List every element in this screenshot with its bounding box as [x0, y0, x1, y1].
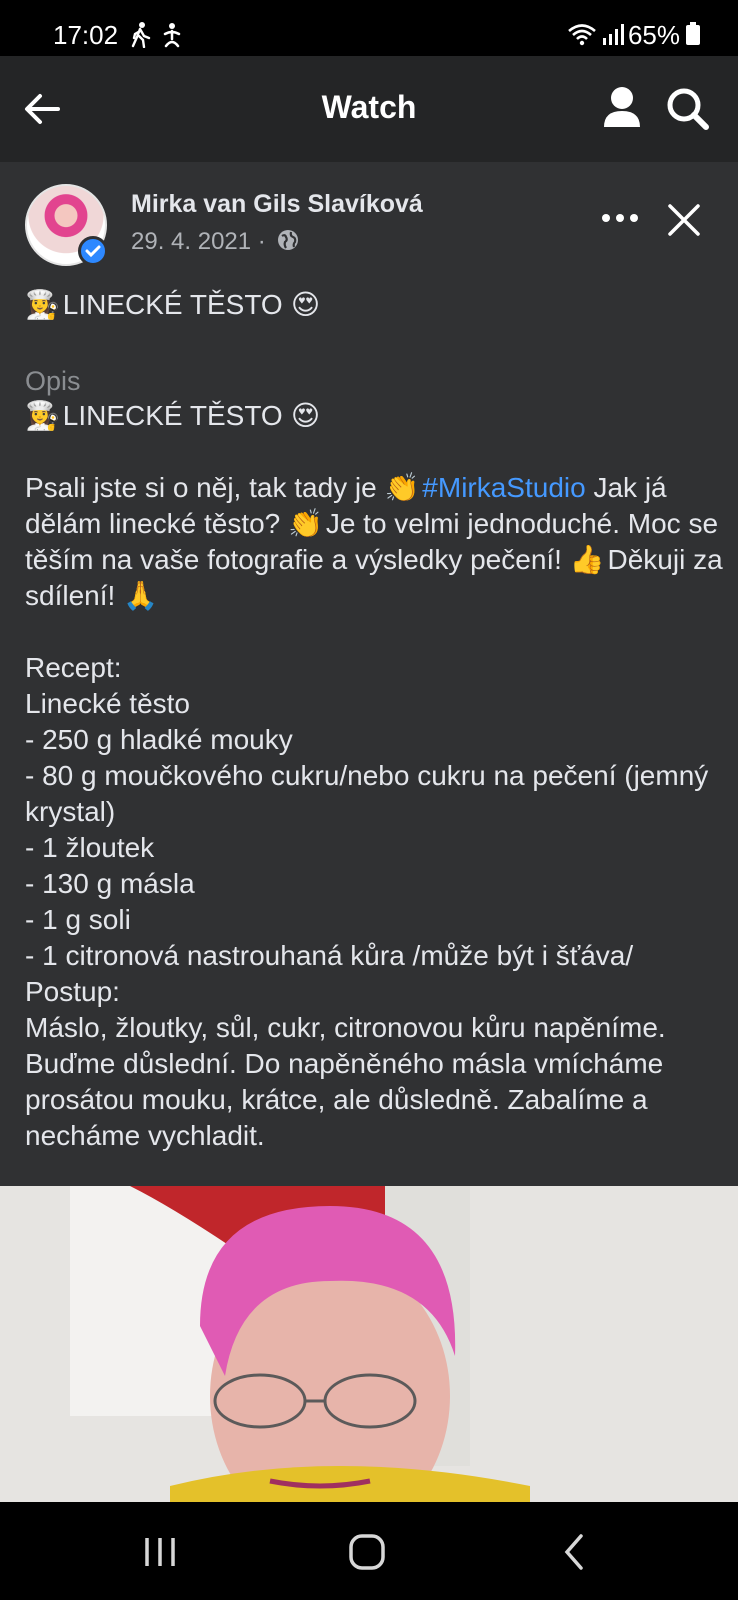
post-headline: 👩‍🍳 LINECKÉ TĚSTO 😍: [25, 288, 321, 321]
recipe-label: Recept:: [25, 652, 122, 683]
post-author[interactable]: Mirka van Gils Slavíková: [131, 190, 423, 219]
chevron-left-icon: [564, 1534, 583, 1570]
post-description: 👩‍🍳 LINECKÉ TĚSTO 😍 Psali jste si o něj,…: [25, 398, 725, 1154]
accessibility-walk-icon: [130, 22, 152, 53]
post-date: 29. 4. 2021 ·: [131, 228, 266, 255]
recipe-name: Linecké těsto: [25, 688, 190, 719]
home-button[interactable]: [337, 1530, 397, 1574]
ingredient-item: - 250 g hladké mouky: [25, 724, 293, 755]
close-icon: [668, 204, 700, 236]
more-options-button[interactable]: [598, 200, 642, 236]
heart-eyes-emoji-icon: 😍: [290, 289, 321, 320]
profile-button[interactable]: [594, 81, 650, 137]
nav-back-button[interactable]: [545, 1530, 605, 1574]
method-text: Máslo, žloutky, sůl, cukr, citronovou ků…: [25, 1012, 674, 1151]
ingredient-item: - 1 citronová nastrouhaná kůra /může být…: [25, 940, 634, 971]
ingredient-item: - 130 g másla: [25, 868, 195, 899]
battery-level: 65%: [627, 20, 680, 50]
recents-button[interactable]: [130, 1530, 190, 1574]
post-meta: 29. 4. 2021 ·: [131, 228, 300, 256]
verified-badge-icon: [78, 236, 108, 266]
screen: 17:02 65% Watch Mirka van Gils Slavíková…: [0, 0, 738, 1600]
globe-icon: [278, 230, 299, 250]
search-icon: [667, 88, 709, 130]
signal-icon: [602, 22, 624, 51]
status-time: 17:02: [53, 20, 119, 50]
post: Mirka van Gils Slavíková 29. 4. 2021 · 👩…: [0, 162, 738, 1186]
accessibility-icon: [160, 22, 184, 53]
system-nav-bar: [0, 1502, 738, 1600]
ingredient-item: - 1 g soli: [25, 904, 131, 935]
video-thumbnail: [0, 1186, 738, 1502]
clap-emoji-icon: 👏: [288, 508, 323, 539]
close-button[interactable]: [662, 198, 706, 242]
ingredient-item: - 1 žloutek: [25, 832, 155, 863]
battery-icon: [686, 22, 700, 51]
headline-text: LINECKÉ TĚSTO: [62, 289, 283, 320]
heart-eyes-emoji-icon: 😍: [290, 400, 321, 431]
thumbs-up-emoji-icon: 👍: [569, 544, 605, 575]
recents-icon: [145, 1538, 175, 1566]
person-icon: [604, 87, 640, 127]
ingredient-item: - 80 g moučkového cukru/nebo cukru na pe…: [25, 760, 717, 827]
description-title: LINECKÉ TĚSTO: [62, 400, 283, 431]
method-label: Postup:: [25, 976, 120, 1007]
app-header: Watch: [0, 56, 738, 162]
status-bar: 17:02 65%: [0, 0, 738, 56]
pray-emoji-icon: 🙏: [123, 580, 158, 611]
search-button[interactable]: [660, 81, 716, 137]
cook-emoji-icon: 👩‍🍳: [25, 400, 60, 431]
clap-emoji-icon: 👏: [384, 472, 420, 503]
wifi-icon: [567, 22, 597, 51]
video-player[interactable]: [0, 1186, 738, 1502]
description-label: Opis: [25, 366, 81, 396]
intro-part1: Psali jste si o něj, tak tady je: [25, 472, 377, 503]
home-icon: [349, 1534, 385, 1570]
hashtag-link[interactable]: #MirkaStudio: [422, 472, 585, 503]
more-horizontal-icon: [602, 214, 638, 222]
cook-emoji-icon: 👩‍🍳: [25, 289, 60, 320]
